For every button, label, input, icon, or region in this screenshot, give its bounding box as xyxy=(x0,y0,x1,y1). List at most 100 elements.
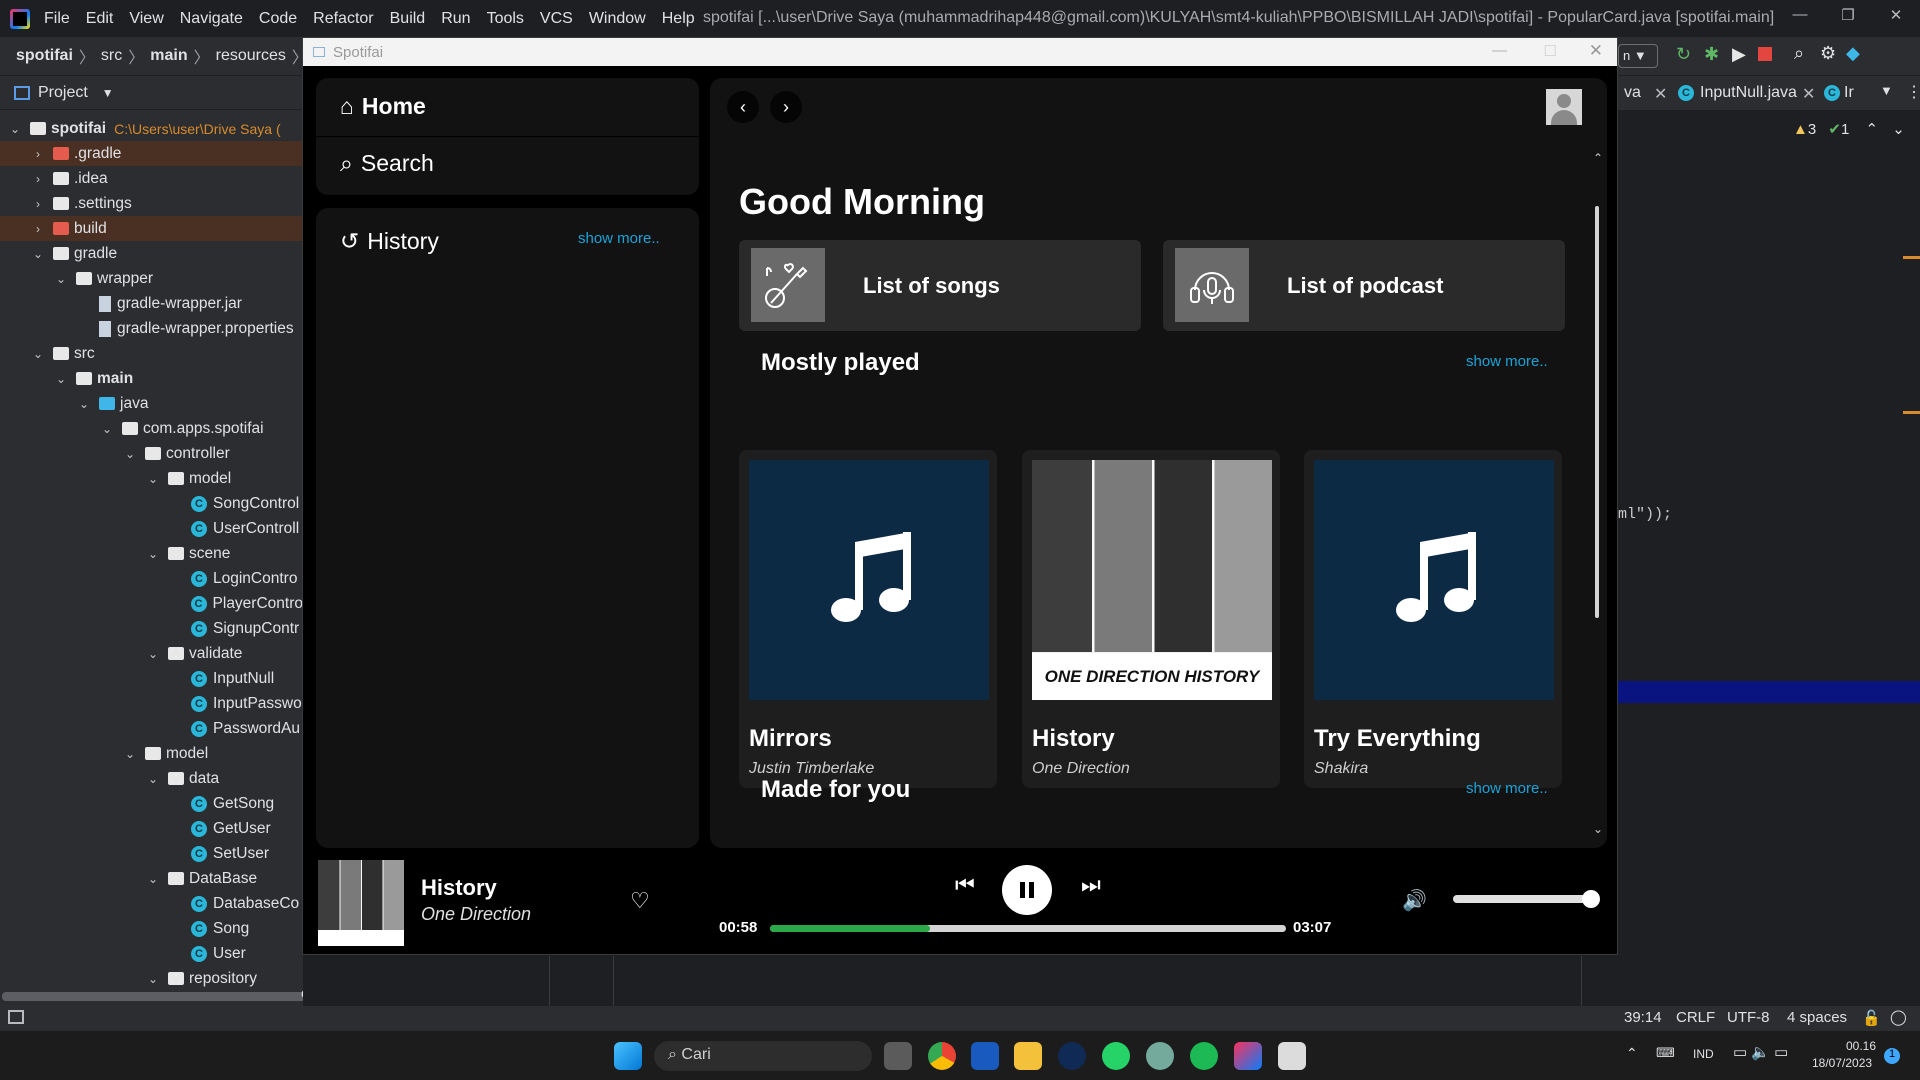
chevron-down-icon[interactable]: ⌄ xyxy=(146,872,160,886)
indent-setting[interactable]: 4 spaces xyxy=(1787,1009,1847,1026)
tree-item[interactable]: C SignupContr xyxy=(0,616,303,641)
chevron-down-icon[interactable]: ⌄ xyxy=(146,547,160,561)
nav-home[interactable]: ⌂ Home xyxy=(340,93,426,120)
chevron-up-icon[interactable]: ⌃ xyxy=(1865,121,1878,138)
app-icon[interactable] xyxy=(1058,1042,1086,1070)
pause-button[interactable] xyxy=(1002,865,1052,915)
menu-item-file[interactable]: File xyxy=(44,10,70,28)
quick-list-songs[interactable]: List of songs xyxy=(739,240,1141,331)
plugin-icon[interactable]: ◆ xyxy=(1846,43,1860,64)
menu-item-navigate[interactable]: Navigate xyxy=(180,10,243,28)
tree-item[interactable]: › .gradle xyxy=(0,141,303,166)
tree-item[interactable]: C User xyxy=(0,941,303,966)
menu-item-code[interactable]: Code xyxy=(259,10,297,28)
restore-icon[interactable]: ❐ xyxy=(1838,6,1858,26)
volume-slider[interactable] xyxy=(1453,890,1600,908)
gear-icon[interactable]: ⚙ xyxy=(1820,43,1836,64)
project-panel-header[interactable]: Project ▼ xyxy=(0,76,303,110)
task-view-icon[interactable] xyxy=(884,1042,912,1070)
tree-item[interactable]: gradle-wrapper.properties xyxy=(0,316,303,341)
previous-button[interactable]: ⏮ xyxy=(955,872,975,898)
song-card[interactable]: ONE DIRECTION HISTORY History One Direct… xyxy=(1022,450,1280,788)
chevron-right-icon[interactable]: › xyxy=(31,172,45,186)
menu-item-help[interactable]: Help xyxy=(662,10,695,28)
tree-hscroll[interactable]: ository xyxy=(0,985,303,1003)
forward-button[interactable]: › xyxy=(770,91,802,123)
chevron-right-icon[interactable]: › xyxy=(31,222,45,236)
chevron-down-icon[interactable]: ⌄ xyxy=(8,122,22,136)
song-card[interactable]: Try Everything Shakira xyxy=(1304,450,1562,788)
java-app-icon[interactable] xyxy=(1278,1042,1306,1070)
chevron-up-icon[interactable]: ⌃ xyxy=(1626,1045,1638,1062)
chrome-icon[interactable] xyxy=(928,1042,956,1070)
tree-item[interactable]: ⌄ com.apps.spotifai xyxy=(0,416,303,441)
word-icon[interactable] xyxy=(971,1042,999,1070)
breadcrumb-item[interactable]: src xyxy=(101,47,122,65)
close-icon[interactable]: ✕ xyxy=(1886,6,1906,26)
chevron-down-icon[interactable]: ⌄ xyxy=(77,397,91,411)
more-icon[interactable]: ⋮ xyxy=(1906,82,1920,102)
quick-list-podcast[interactable]: List of podcast xyxy=(1163,240,1565,331)
tree-item[interactable]: ⌄ spotifai C:\Users\user\Drive Saya ( xyxy=(0,116,303,141)
run-config-select[interactable]: n ▼ xyxy=(1618,44,1658,68)
next-button[interactable]: ⏭ xyxy=(1081,872,1101,898)
chevron-right-icon[interactable]: › xyxy=(31,197,45,211)
maximize-icon[interactable]: ☐ xyxy=(1544,42,1557,60)
avatar[interactable] xyxy=(1546,89,1582,125)
tree-item[interactable]: ⌄ data xyxy=(0,766,303,791)
tree-item[interactable]: ⌄ gradle xyxy=(0,241,303,266)
file-explorer-icon[interactable] xyxy=(1014,1042,1042,1070)
panel-toggle-icon[interactable] xyxy=(8,1010,24,1024)
tree-item[interactable]: C GetUser xyxy=(0,816,303,841)
scroll-up-icon[interactable]: ⌃ xyxy=(1593,151,1603,165)
progress-bar[interactable] xyxy=(770,925,1286,932)
chevron-down-icon[interactable]: ⌄ xyxy=(123,447,137,461)
tab-partial[interactable]: Ir xyxy=(1844,84,1854,102)
tree-item[interactable]: C Song xyxy=(0,916,303,941)
lock-icon[interactable]: 🔓 xyxy=(1862,1009,1881,1027)
tree-item[interactable]: ⌄ wrapper xyxy=(0,266,303,291)
tree-item[interactable]: C SongControl xyxy=(0,491,303,516)
minimize-icon[interactable]: — xyxy=(1492,42,1507,59)
chevron-down-icon[interactable]: ⌄ xyxy=(1892,121,1905,138)
tree-item[interactable]: C InputPasswo xyxy=(0,691,303,716)
song-card[interactable]: Mirrors Justin Timberlake xyxy=(739,450,997,788)
intellij-icon[interactable] xyxy=(1234,1042,1262,1070)
chevron-down-icon[interactable]: ⌄ xyxy=(54,272,68,286)
chevron-down-icon[interactable]: ⌄ xyxy=(31,247,45,261)
caret-position[interactable]: 39:14 xyxy=(1624,1009,1662,1026)
clock-date[interactable]: 18/07/2023 xyxy=(1812,1056,1872,1070)
tree-item[interactable]: C LoginContro xyxy=(0,566,303,591)
search-icon[interactable]: ⌕ xyxy=(1794,43,1804,64)
heart-icon[interactable]: ♡ xyxy=(630,888,650,914)
tree-item[interactable]: ⌄ scene xyxy=(0,541,303,566)
chevron-down-icon[interactable]: ⌄ xyxy=(146,472,160,486)
menu-item-vcs[interactable]: VCS xyxy=(540,10,573,28)
close-icon[interactable]: ✕ xyxy=(1589,41,1603,61)
chevron-down-icon[interactable]: ⌄ xyxy=(31,347,45,361)
stop-icon[interactable] xyxy=(1758,47,1772,61)
chevron-down-icon[interactable]: ⌄ xyxy=(54,372,68,386)
chevron-down-icon[interactable]: ⌄ xyxy=(100,422,114,436)
tab-partial[interactable]: va xyxy=(1624,84,1641,102)
language-indicator[interactable]: IND xyxy=(1693,1047,1714,1061)
tree-item[interactable]: › build xyxy=(0,216,303,241)
line-separator[interactable]: CRLF xyxy=(1676,1009,1715,1026)
chevron-right-icon[interactable]: › xyxy=(31,147,45,161)
inspection-widget[interactable]: ▲3 ✔1 ⌃ ⌄ xyxy=(1793,120,1905,138)
tree-item[interactable]: C UserControll xyxy=(0,516,303,541)
menu-item-run[interactable]: Run xyxy=(441,10,470,28)
menu-item-view[interactable]: View xyxy=(129,10,163,28)
chevron-down-icon[interactable]: ▼ xyxy=(102,86,114,100)
file-encoding[interactable]: UTF-8 xyxy=(1727,1009,1770,1026)
debug-icon[interactable]: ✱ xyxy=(1704,44,1719,65)
breadcrumb-item[interactable]: resources xyxy=(216,47,286,65)
menu-item-refactor[interactable]: Refactor xyxy=(313,10,373,28)
chevron-down-icon[interactable]: ⌄ xyxy=(146,972,160,986)
rerun-icon[interactable]: ↻ xyxy=(1676,44,1691,65)
tree-item[interactable]: C GetSong xyxy=(0,791,303,816)
minimize-icon[interactable]: — xyxy=(1790,6,1810,26)
main-scrollbar[interactable] xyxy=(1595,206,1599,618)
tree-item[interactable]: C InputNull xyxy=(0,666,303,691)
network-volume-battery-icons[interactable]: ▭ 🔈 ▭ xyxy=(1733,1043,1788,1061)
